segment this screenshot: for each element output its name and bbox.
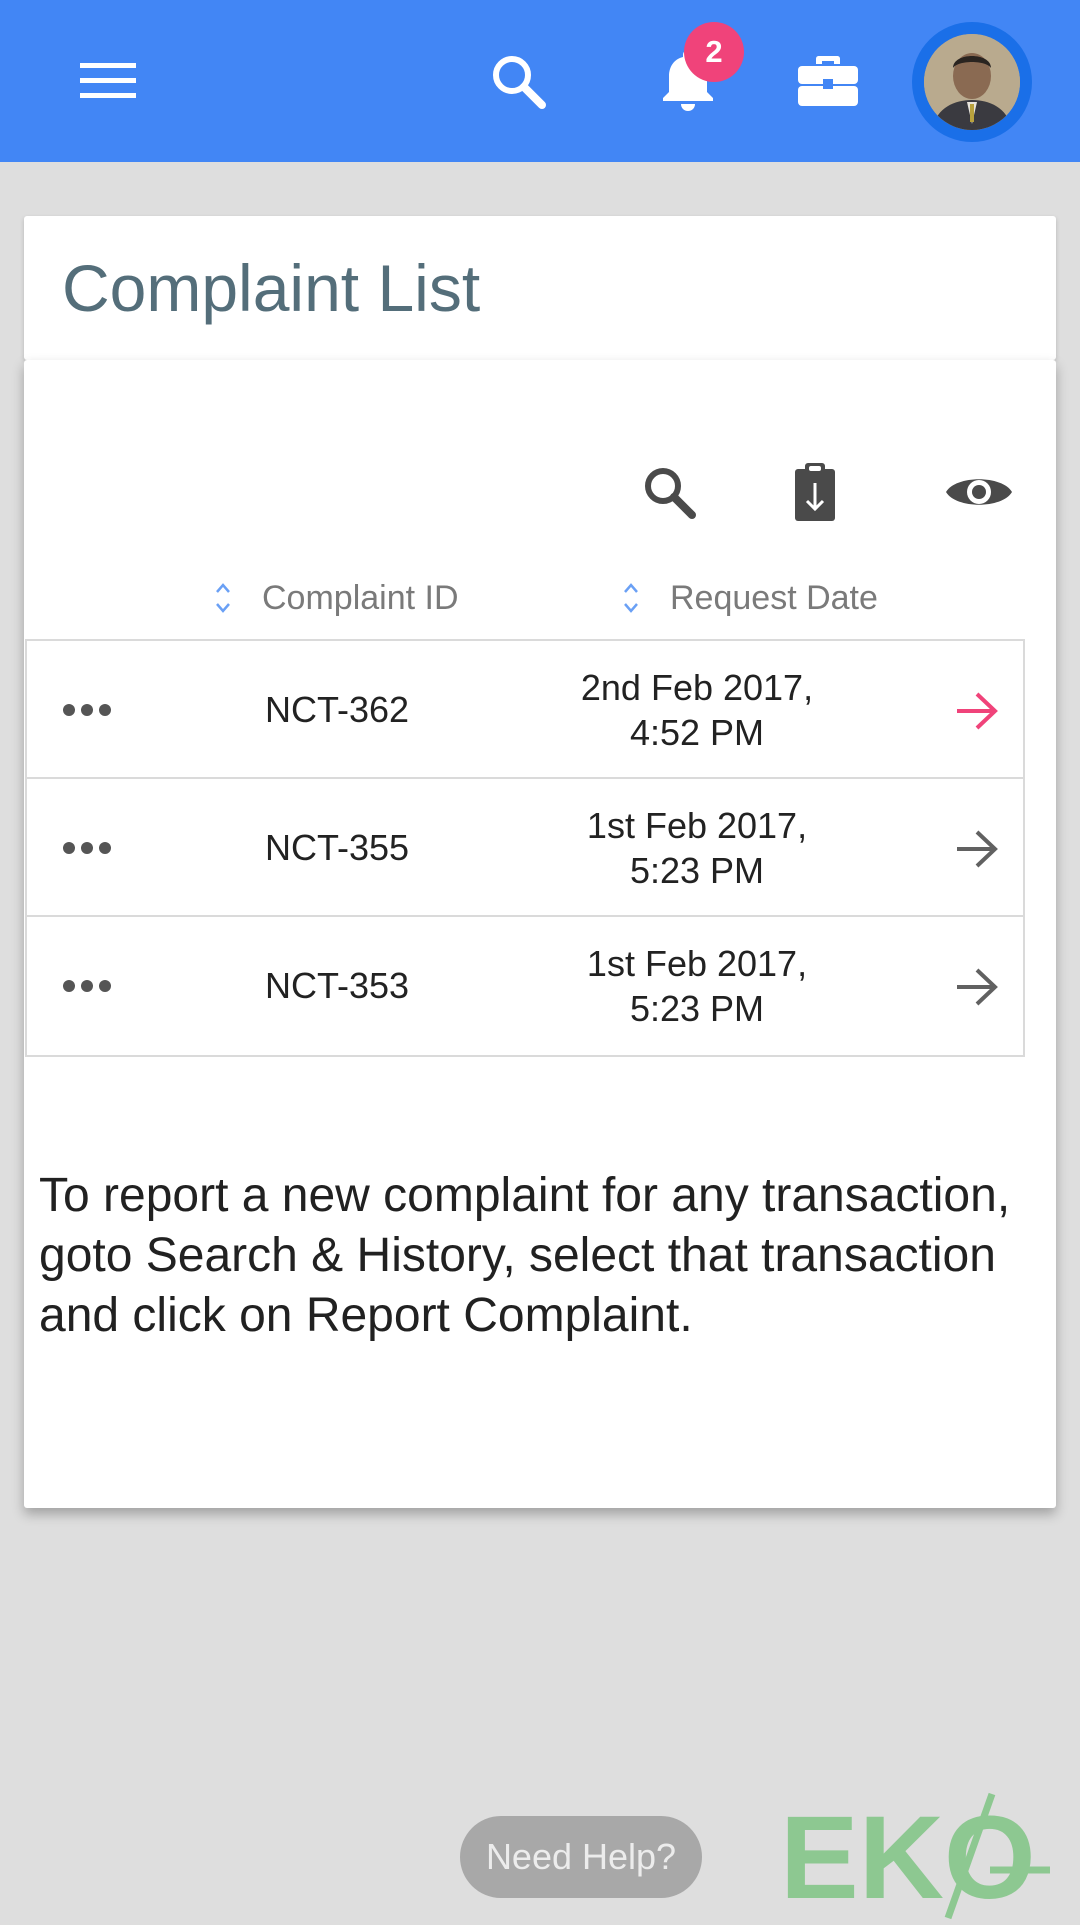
row-menu-button[interactable] bbox=[57, 685, 117, 735]
column-label: Request Date bbox=[670, 578, 878, 617]
clipboard-download-icon bbox=[795, 463, 835, 521]
request-date: 1st Feb 2017, 5:23 PM bbox=[586, 943, 808, 1029]
sort-icon bbox=[624, 583, 638, 613]
complaint-table: NCT-362 2nd Feb 2017, 4:52 PM NCT-355 1s… bbox=[25, 639, 1025, 1057]
column-header-complaint-id[interactable]: Complaint ID bbox=[214, 568, 459, 628]
search-icon bbox=[493, 56, 546, 109]
arrow-right-icon bbox=[957, 968, 998, 1006]
hamburger-menu-icon bbox=[80, 63, 136, 98]
request-date: 1st Feb 2017, 5:23 PM bbox=[586, 805, 808, 891]
complaint-list-card: Complaint ID Request Date NCT-362 2nd Fe… bbox=[24, 360, 1056, 1508]
row-menu-button[interactable] bbox=[57, 823, 117, 873]
notification-badge: 2 bbox=[684, 22, 744, 82]
open-complaint-button[interactable] bbox=[947, 819, 1007, 879]
complaint-id: NCT-353 bbox=[264, 965, 410, 1006]
table-row[interactable]: NCT-362 2nd Feb 2017, 4:52 PM bbox=[27, 641, 1023, 779]
table-row[interactable]: NCT-353 1st Feb 2017, 5:23 PM bbox=[27, 917, 1023, 1055]
more-horizontal-icon bbox=[63, 842, 111, 854]
svg-text:EKO: EKO bbox=[780, 1792, 1036, 1920]
user-avatar bbox=[924, 34, 1020, 130]
table-row[interactable]: NCT-355 1st Feb 2017, 5:23 PM bbox=[27, 779, 1023, 917]
open-complaint-button[interactable] bbox=[947, 957, 1007, 1017]
need-help-button[interactable]: Need Help? bbox=[460, 1816, 702, 1898]
header-search-button[interactable] bbox=[470, 41, 566, 121]
request-date: 2nd Feb 2017, 4:52 PM bbox=[580, 667, 814, 753]
export-button[interactable] bbox=[770, 452, 860, 532]
open-complaint-button[interactable] bbox=[947, 681, 1007, 741]
arrow-right-icon bbox=[957, 830, 998, 868]
sort-icon bbox=[216, 583, 230, 613]
row-menu-button[interactable] bbox=[57, 961, 117, 1011]
report-complaint-instructions: To report a new complaint for any transa… bbox=[39, 1169, 1011, 1342]
menu-button[interactable] bbox=[60, 41, 156, 121]
eko-logo: EKO bbox=[780, 1790, 1052, 1924]
view-toggle-button[interactable] bbox=[924, 452, 1034, 532]
arrow-right-icon bbox=[957, 692, 998, 730]
search-icon bbox=[645, 468, 696, 519]
more-horizontal-icon bbox=[63, 980, 111, 992]
column-header-request-date[interactable]: Request Date bbox=[622, 568, 878, 628]
complaint-id: NCT-362 bbox=[264, 689, 410, 730]
page-title: Complaint List bbox=[62, 251, 481, 325]
list-search-button[interactable] bbox=[624, 452, 714, 532]
eye-icon bbox=[946, 479, 1012, 505]
wallet-button[interactable] bbox=[780, 41, 876, 121]
app-bar: 2 bbox=[0, 0, 1080, 162]
title-card: Complaint List bbox=[24, 216, 1056, 360]
briefcase-icon bbox=[798, 56, 858, 106]
profile-button[interactable] bbox=[912, 22, 1032, 142]
complaint-id: NCT-355 bbox=[264, 827, 410, 868]
column-label: Complaint ID bbox=[262, 578, 459, 617]
more-horizontal-icon bbox=[63, 704, 111, 716]
